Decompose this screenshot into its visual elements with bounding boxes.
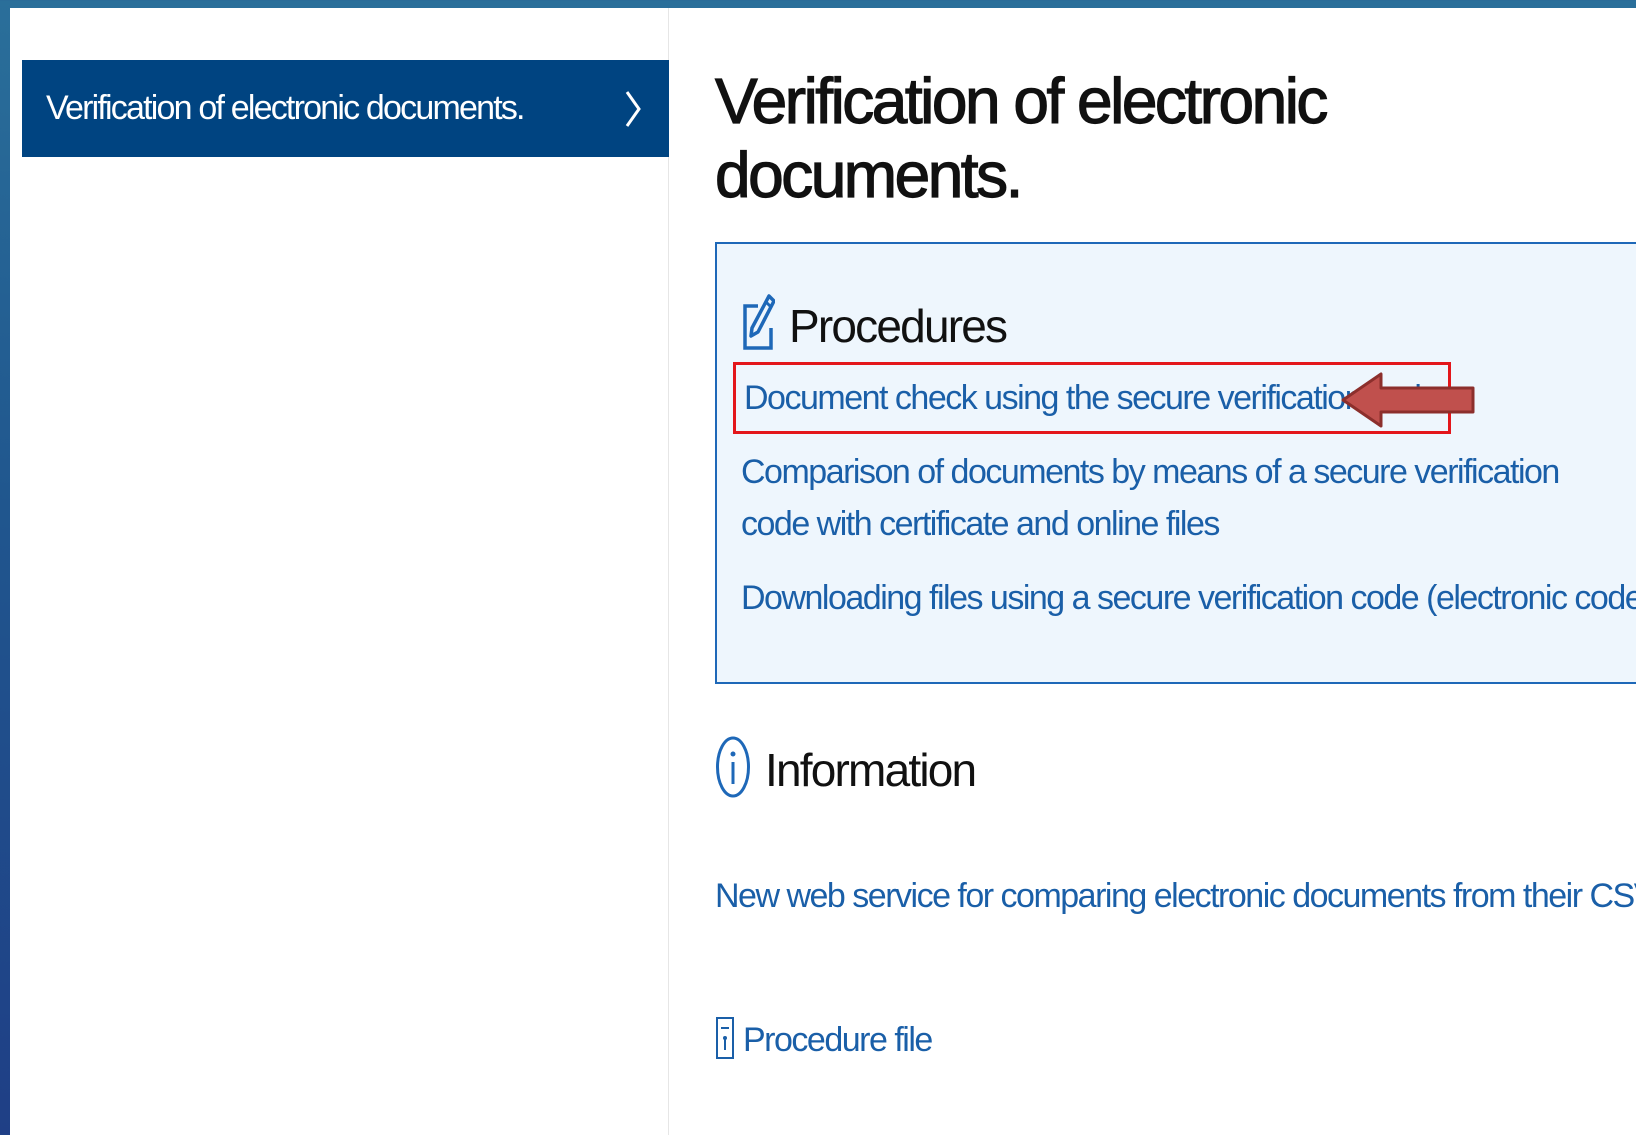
document-file-icon (715, 1016, 735, 1065)
information-header: Information (715, 734, 977, 805)
info-icon (715, 734, 751, 805)
procedures-panel: Procedures Document check using the secu… (715, 242, 1636, 684)
arrow-left-icon (1341, 372, 1477, 433)
sidebar-item-verification[interactable]: Verification of electronic documents. (22, 60, 669, 157)
procedures-header: Procedures (741, 294, 1008, 357)
procedure-file-label: Procedure file (743, 1021, 933, 1059)
page-title: Verification of electronic documents. (714, 64, 1329, 211)
procedure-file-link[interactable]: Procedure file (715, 1014, 933, 1066)
procedures-title: Procedures (789, 299, 1008, 352)
main-content: Verification of electronic documents. Pr… (714, 8, 1636, 1135)
csv-web-service-link[interactable]: New web service for comparing electronic… (715, 870, 1636, 922)
information-title: Information (765, 743, 977, 796)
sidebar-item-label: Verification of electronic documents. (46, 89, 525, 127)
edit-icon (741, 294, 776, 357)
sidebar: Verification of electronic documents. (10, 8, 669, 1135)
chevron-right-icon (623, 90, 643, 127)
download-files-link[interactable]: Downloading files using a secure verific… (741, 572, 1636, 624)
compare-documents-link[interactable]: Comparison of documents by means of a se… (741, 446, 1601, 550)
page: Verification of electronic documents. Ve… (10, 8, 1636, 1135)
